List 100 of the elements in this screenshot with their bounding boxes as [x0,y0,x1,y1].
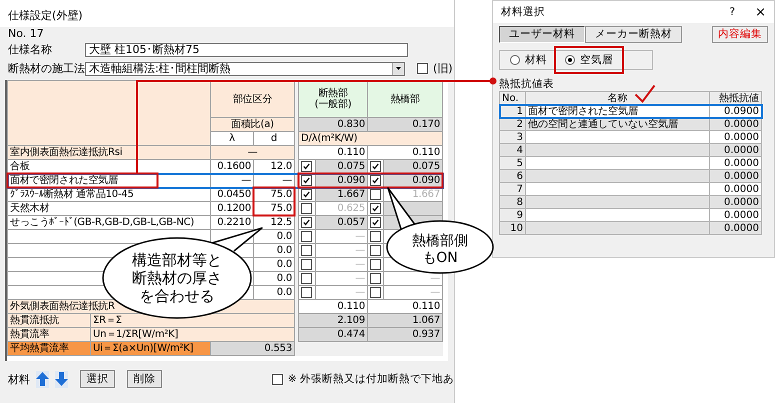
checkbox[interactable] [370,216,382,228]
table-cell: 0.0 [254,244,295,258]
table-cell: 0.110 [298,300,368,314]
table-cell: 天然木材 [8,202,210,216]
table-cell: 0.553 [210,342,295,356]
checkbox[interactable] [301,160,312,172]
field-label: 仕様名称 [8,42,53,57]
table-cell: 0.057 [316,216,368,230]
column-header: No. [500,92,526,104]
radio-label: 材料 [525,53,547,67]
checkbox[interactable] [301,244,312,256]
checkbox-label: ※ 外張断熱又は付加断熱で下地あ [288,372,454,386]
checkbox[interactable] [370,188,382,200]
table-cell: 1.067 [368,314,443,328]
checkbox[interactable] [301,216,312,228]
radio-button[interactable] [565,55,575,65]
table-cell: 1 [500,104,526,118]
table-cell: 熱貫流率 [8,328,90,342]
highlight-frame [252,186,296,216]
table-cell: 0.0450 [210,188,254,202]
table-row[interactable]: 合板 0.1600 12.0 0.075 0.075 [8,160,443,174]
checkbox[interactable] [370,174,382,186]
checkbox[interactable] [301,230,312,242]
checkbox[interactable] [370,258,382,270]
table-cell: 0.110 [368,300,443,314]
table-cell: Un＝1/ΣR[W/m²K] [90,328,295,342]
field-label: 断熱材の施工法 [8,61,85,76]
table-cell: 断熱部 (一般部) [298,80,368,118]
close-button[interactable]: × [755,4,766,20]
table-cell: 10 [500,222,526,234]
checkbox[interactable] [272,374,283,384]
table-cell: 0.0000 [710,144,762,156]
checkbox[interactable] [370,202,382,214]
table-cell: 0.625 [316,202,368,216]
checkbox[interactable] [301,174,312,186]
table-cell: 2.109 [298,314,368,328]
highlight-frame [554,46,624,74]
radio-label: 空気層 [580,53,613,67]
table-title: 熱抵抗値表 [499,78,554,90]
checkbox[interactable] [301,258,312,270]
table-row[interactable]: 面材で密閉された空気層 — — 0.090 0.090 [8,174,443,188]
table-cell: — [384,286,443,300]
table-cell: 合板 [8,160,210,174]
table-cell: 面材で密閉された空気層 [8,174,210,188]
checkbox[interactable] [370,230,382,242]
tab[interactable]: ユーザー材料 [499,26,585,42]
tab[interactable]: メーカー断熱材 [585,26,682,42]
table-cell: — [316,258,368,272]
dropdown[interactable]: 木造軸組構法:柱･間柱間断熱 [85,62,405,76]
table-cell: 9 [500,208,526,222]
checkbox[interactable] [301,188,312,200]
window-title: 材料選択 [501,5,546,19]
table-cell: 0.170 [368,118,443,132]
table-cell: Ui＝Σ(a×Un)[W/m²K] [90,342,210,356]
table-cell: 5 [500,156,526,170]
table-cell: — [316,230,368,244]
checkbox[interactable] [370,286,382,298]
radio-button[interactable] [510,55,520,65]
checkbox-label: (旧) [433,61,453,76]
table-row[interactable]: 2 他の空間と連通していない空気層 0.0000 [500,118,762,130]
edit-button[interactable]: 内容編集 [712,26,768,42]
help-button[interactable]: ? [730,6,736,18]
move-up-button[interactable] [36,370,49,388]
table-cell: 部位区分 [210,80,295,118]
checkbox[interactable] [370,160,382,172]
table-cell: 0.0000 [710,170,762,182]
table-cell: 0.830 [298,118,368,132]
checkbox[interactable] [301,286,312,298]
checkbox[interactable] [370,272,382,284]
table-row[interactable]: 天然木材 0.1200 75.0 0.625 [8,202,443,216]
table-cell: 平均熱貫流率 [8,342,90,356]
table-cell: — [316,244,368,258]
table-cell: 75.0 [254,188,295,202]
move-down-button[interactable] [55,370,68,388]
table-cell: 室内側表面熱伝達抵抗Rsi [8,146,210,160]
record-number: No. 17 [8,27,44,40]
window-title: 仕様設定(外壁) [8,8,83,23]
check-mark-icon [634,84,656,104]
table-cell: 0.0000 [710,222,762,234]
table-cell: — [316,286,368,300]
toolbar-button[interactable]: 削除 [126,370,162,388]
toolbar-button[interactable]: 選択 [80,370,115,388]
input-field[interactable]: 大壁 柱105･断熱材75 [85,42,408,56]
toolbar-label: 材料 [8,372,30,386]
checkbox[interactable] [301,202,312,214]
column-header: 熱抵抗値 [710,92,762,104]
checkbox[interactable] [370,244,382,256]
table-cell: 0.937 [368,328,443,342]
table-cell: 0.474 [298,328,368,342]
table-cell: 熱貫流抵抗 [8,314,90,328]
table-cell: 7 [500,182,526,196]
table-cell: 0.2210 [210,216,254,230]
checkbox[interactable] [417,63,428,74]
table-row[interactable]: ｸﾞﾗｽｳｰﾙ断熱材 通常品10-45 0.0450 75.0 1.667 1.667 [8,188,443,202]
table-cell: — [210,146,295,160]
up-arrow-icon [36,372,49,386]
table-row[interactable]: 1 面材で密閉された空気層 0.0900 [500,104,762,118]
table-cell: — [316,272,368,286]
column-header: 名称 [526,92,710,104]
checkbox[interactable] [301,272,312,284]
